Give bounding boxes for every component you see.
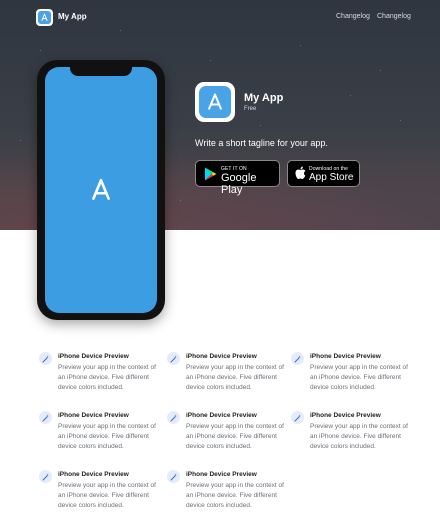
magic-wand-icon (42, 473, 49, 480)
feature-title: iPhone Device Preview (58, 412, 129, 419)
magic-wand-icon (291, 411, 304, 424)
magic-wand-icon (294, 414, 301, 421)
feature-description: Preview your app in the context of an iP… (310, 423, 408, 450)
magic-wand-icon (39, 470, 52, 483)
google-play-triangle-icon (205, 167, 217, 181)
magic-wand-icon (167, 352, 180, 365)
feature-description: Preview your app in the context of an iP… (186, 364, 284, 391)
nav-brand[interactable]: My App (58, 12, 87, 21)
feature-description: Preview your app in the context of an iP… (58, 364, 156, 391)
magic-wand-icon (170, 355, 177, 362)
magic-wand-icon (170, 414, 177, 421)
app-price: Free (244, 106, 257, 112)
magic-wand-icon (294, 355, 301, 362)
app-store-a-icon (92, 178, 110, 200)
nav-logo[interactable] (36, 9, 53, 26)
feature-title: iPhone Device Preview (186, 353, 257, 360)
app-title: My App (244, 92, 284, 104)
feature-description: Preview your app in the context of an iP… (186, 482, 284, 509)
magic-wand-icon (39, 411, 52, 424)
app-store-big-label: App Store (309, 172, 354, 183)
apple-logo-icon (295, 166, 306, 179)
app-store-a-icon (38, 11, 51, 24)
app-icon (195, 82, 235, 122)
google-play-big-label: Google Play (221, 172, 257, 196)
feature-description: Preview your app in the context of an iP… (310, 364, 408, 391)
magic-wand-icon (291, 352, 304, 365)
magic-wand-icon (167, 411, 180, 424)
magic-wand-icon (42, 355, 49, 362)
magic-wand-icon (170, 473, 177, 480)
feature-description: Preview your app in the context of an iP… (186, 423, 284, 450)
app-store-a-icon (41, 13, 48, 21)
iphone-device-preview (37, 60, 165, 320)
phone-screen (45, 67, 157, 313)
app-store-button[interactable]: Download on the App Store (287, 160, 360, 187)
app-tagline: Write a short tagline for your app. (195, 138, 328, 148)
magic-wand-icon (39, 352, 52, 365)
app-icon-inner (199, 86, 231, 118)
feature-description: Preview your app in the context of an iP… (58, 482, 156, 509)
magic-wand-icon (167, 470, 180, 483)
phone-notch (70, 67, 132, 76)
top-nav: My App Changelog Changelog (0, 0, 440, 36)
feature-title: iPhone Device Preview (186, 471, 257, 478)
magic-wand-icon (42, 414, 49, 421)
feature-title: iPhone Device Preview (186, 412, 257, 419)
feature-title: iPhone Device Preview (58, 353, 129, 360)
feature-title: iPhone Device Preview (310, 412, 381, 419)
app-store-a-icon (208, 93, 222, 110)
feature-title: iPhone Device Preview (310, 353, 381, 360)
feature-title: iPhone Device Preview (58, 471, 129, 478)
feature-description: Preview your app in the context of an iP… (58, 423, 156, 450)
nav-link-changelog[interactable]: Changelog (336, 13, 370, 20)
nav-link-changelog-2[interactable]: Changelog (377, 13, 411, 20)
google-play-button[interactable]: GET IT ON Google Play (195, 160, 280, 196)
